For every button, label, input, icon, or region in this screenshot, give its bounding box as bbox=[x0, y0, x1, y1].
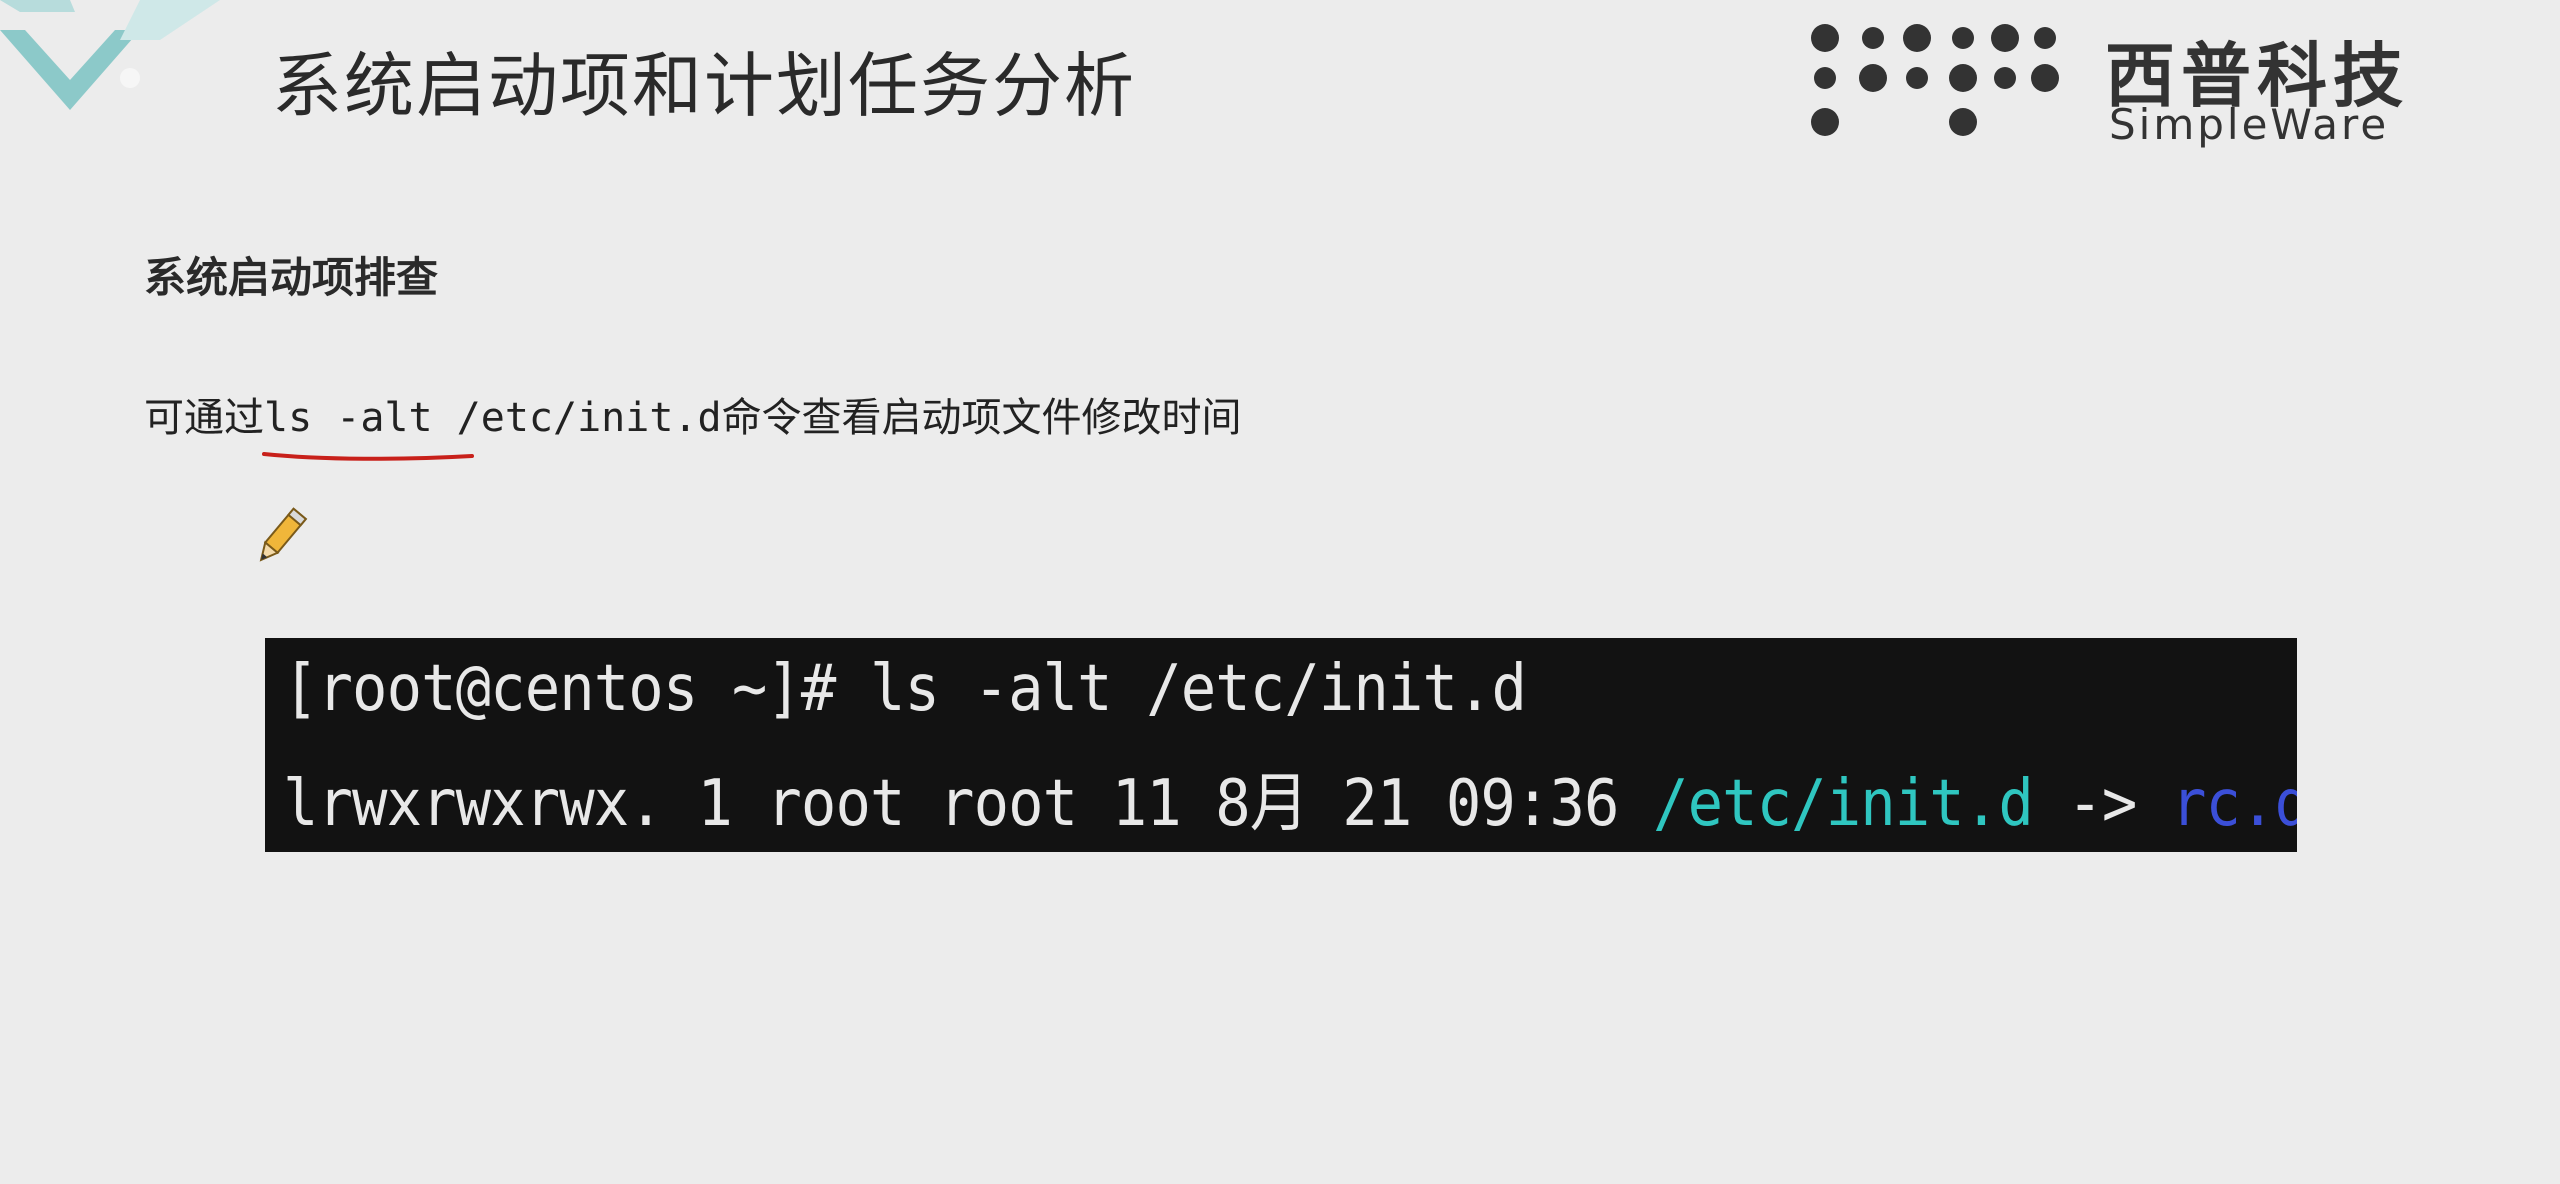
description-line: 可通过ls -alt /etc/init.d命令查看启动项文件修改时间 bbox=[144, 385, 1242, 443]
terminal-command-line: [root@centos ~]# ls -alt /etc/init.d bbox=[283, 652, 1527, 726]
terminal-output-plain: lrwxrwxrwx. 1 root root 11 8月 21 09:36 bbox=[283, 767, 1654, 841]
terminal-output-target: rc.d/init.d bbox=[2170, 767, 2297, 841]
logo-dots-icon bbox=[1811, 24, 2059, 136]
description-prefix: 可通过 bbox=[144, 395, 264, 441]
pencil-icon[interactable] bbox=[244, 502, 314, 572]
company-logo: 西普科技 SimpleWare bbox=[1805, 20, 2455, 149]
description-suffix: 命令查看启动项文件修改时间 bbox=[721, 395, 1242, 441]
red-underline-annotation bbox=[262, 452, 474, 461]
section-heading: 系统启动项排查 bbox=[144, 253, 439, 302]
slide-title: 系统启动项和计划任务分析 bbox=[272, 45, 1136, 127]
slide: 系统启动项和计划任务分析 西普科技 SimpleWare 系统启动项排查 可通过… bbox=[0, 0, 2560, 1184]
corner-chevron-decoration bbox=[0, 0, 220, 110]
description-command: ls -alt /etc/init.d bbox=[264, 395, 722, 441]
terminal-screenshot: [root@centos ~]# ls -alt /etc/init.d lrw… bbox=[265, 638, 2297, 852]
logo-english-name: SimpleWare bbox=[2109, 100, 2390, 149]
terminal-output-line: lrwxrwxrwx. 1 root root 11 8月 21 09:36 /… bbox=[283, 752, 2297, 844]
terminal-output-link: /etc/init.d bbox=[1653, 767, 2034, 841]
terminal-output-arrow: -> bbox=[2032, 767, 2171, 841]
